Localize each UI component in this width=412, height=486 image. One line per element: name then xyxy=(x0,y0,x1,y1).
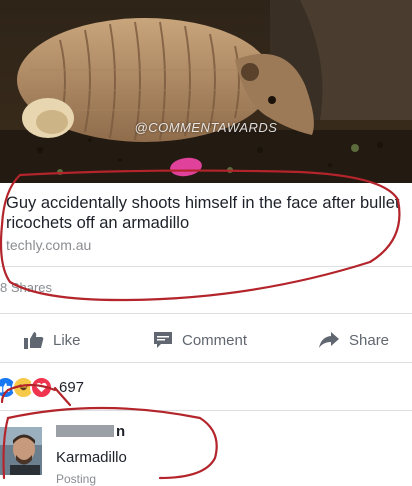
redacted-name xyxy=(56,425,114,437)
comment-label: Comment xyxy=(182,331,248,349)
divider xyxy=(0,410,412,411)
link-headline[interactable]: Guy accidentally shoots himself in the f… xyxy=(6,193,406,233)
share-label: Share xyxy=(349,331,390,349)
love-reaction-icon xyxy=(30,376,53,399)
reactions-summary[interactable]: 697 xyxy=(0,376,84,399)
author-name-suffix: n xyxy=(116,422,126,440)
comment-status: Posting xyxy=(56,472,97,486)
link-preview-image[interactable]: @COMMENTAWARDS xyxy=(0,0,412,183)
share-arrow-icon xyxy=(319,332,339,348)
divider xyxy=(0,313,412,314)
reaction-count: 697 xyxy=(59,379,85,396)
comment-bubble-icon xyxy=(154,332,172,348)
like-button[interactable]: Like xyxy=(24,330,81,350)
armadillo-photo xyxy=(0,0,412,183)
thumbs-up-icon xyxy=(24,332,44,349)
divider xyxy=(0,266,412,267)
avatar[interactable] xyxy=(0,427,42,475)
comment-author-name[interactable]: n xyxy=(56,422,125,440)
comment-button[interactable]: Comment xyxy=(153,330,247,350)
comment-text: Karmadillo xyxy=(56,449,127,466)
shares-count[interactable]: 8 Shares xyxy=(0,280,52,295)
share-button[interactable]: Share xyxy=(318,330,389,350)
link-source-domain: techly.com.au xyxy=(6,237,92,253)
like-label: Like xyxy=(53,331,81,349)
divider xyxy=(0,362,412,363)
watermark-text: @COMMENTAWARDS xyxy=(134,120,278,135)
